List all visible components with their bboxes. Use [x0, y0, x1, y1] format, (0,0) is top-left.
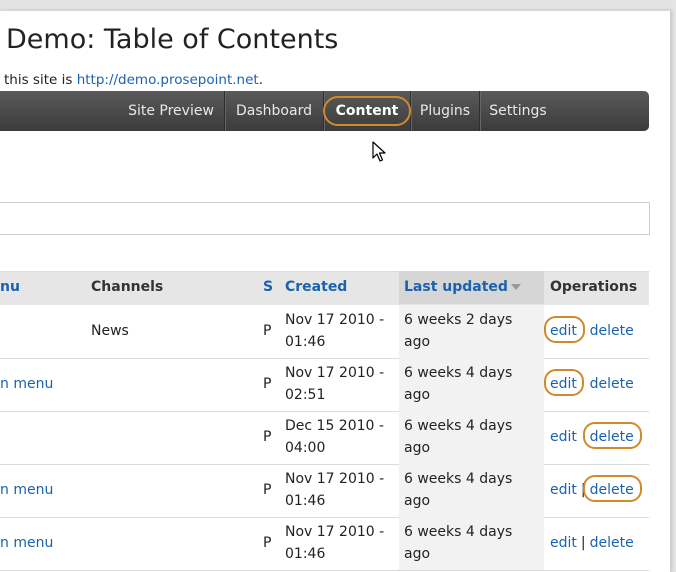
mouse-pointer-icon	[372, 141, 386, 162]
row-updated: 6 weeks 4 days ago	[404, 362, 512, 406]
site-title: Demo: Table of Contents	[6, 24, 339, 55]
row-updated: 6 weeks 4 days ago	[404, 468, 512, 512]
subtitle-text: this site is	[4, 72, 77, 88]
created-time: 01:46	[285, 334, 326, 350]
updated-line-2: ago	[404, 493, 431, 509]
row-created: Nov 17 2010 - 02:51	[285, 362, 384, 406]
row-created: Nov 17 2010 - 01:46	[285, 521, 384, 565]
updated-line-2: ago	[404, 387, 431, 403]
column-header-status[interactable]: S	[263, 271, 273, 304]
row-status: P	[263, 429, 272, 445]
delete-link[interactable]: delete	[590, 535, 634, 551]
row-updated: 6 weeks 4 days ago	[404, 521, 512, 565]
row-channels: News	[91, 323, 129, 339]
delete-link[interactable]: delete	[590, 323, 634, 339]
row-created: Nov 17 2010 - 01:46	[285, 309, 384, 353]
column-header-channels: Channels	[91, 279, 164, 295]
site-url-link[interactable]: http://demo.prosepoint.net	[77, 72, 259, 88]
row-status: P	[263, 376, 272, 392]
created-time: 02:51	[285, 387, 326, 403]
column-header-created[interactable]: Created	[285, 271, 347, 304]
nav-site-preview[interactable]: Site Preview	[120, 91, 222, 131]
column-header-operations: Operations	[550, 279, 638, 295]
created-date: Nov 17 2010 -	[285, 471, 385, 487]
updated-line-2: ago	[404, 546, 431, 562]
subtitle-period: .	[258, 72, 263, 88]
edit-link[interactable]: edit	[550, 429, 577, 445]
sort-descending-icon	[510, 284, 521, 290]
nav-dashboard[interactable]: Dashboard	[226, 91, 322, 131]
row-status: P	[263, 482, 272, 498]
highlight-circle-content	[323, 96, 411, 126]
ops-separator: |	[580, 535, 586, 551]
table-row: n menu P Nov 17 2010 - 01:46 6 weeks 4 da…	[0, 517, 649, 571]
nav-plugins[interactable]: Plugins	[412, 91, 478, 131]
row-operations: edit|delete	[550, 532, 634, 554]
updated-line-1: 6 weeks 2 days	[404, 312, 513, 328]
highlight-circle-delete	[583, 475, 642, 502]
created-time: 04:00	[285, 440, 326, 456]
created-date: Nov 17 2010 -	[285, 524, 385, 540]
updated-line-1: 6 weeks 4 days	[404, 418, 513, 434]
row-menu-link[interactable]: n menu	[0, 479, 53, 501]
row-created: Nov 17 2010 - 01:46	[285, 468, 384, 512]
created-date: Nov 17 2010 -	[285, 365, 385, 381]
last-updated-label: Last updated	[404, 279, 508, 295]
column-header-last-updated[interactable]: Last updated	[404, 271, 521, 304]
row-status: P	[263, 535, 272, 551]
created-date: Dec 15 2010 -	[285, 418, 384, 434]
table-row: n menu P Nov 17 2010 - 01:46 6 weeks 4 da…	[0, 464, 649, 518]
nav-settings[interactable]: Settings	[481, 91, 555, 131]
updated-line-1: 6 weeks 4 days	[404, 524, 513, 540]
highlight-circle-edit	[544, 316, 585, 343]
created-date: Nov 17 2010 -	[285, 312, 385, 328]
row-updated: 6 weeks 2 days ago	[404, 309, 512, 353]
updated-line-1: 6 weeks 4 days	[404, 365, 513, 381]
edit-link[interactable]: edit	[550, 482, 577, 498]
row-menu-link[interactable]: n menu	[0, 532, 53, 554]
row-created: Dec 15 2010 - 04:00	[285, 415, 384, 459]
created-time: 01:46	[285, 493, 326, 509]
updated-line-2: ago	[404, 440, 431, 456]
filter-input[interactable]	[0, 202, 650, 235]
row-menu-link[interactable]: n menu	[0, 373, 53, 395]
updated-line-1: 6 weeks 4 days	[404, 471, 513, 487]
row-status: P	[263, 323, 272, 339]
row-updated: 6 weeks 4 days ago	[404, 415, 512, 459]
updated-line-2: ago	[404, 334, 431, 350]
highlight-circle-delete	[583, 422, 642, 449]
highlight-circle-edit	[544, 369, 584, 396]
delete-link[interactable]: delete	[590, 376, 634, 392]
edit-link[interactable]: edit	[550, 535, 577, 551]
created-time: 01:46	[285, 546, 326, 562]
table-row: P Dec 15 2010 - 04:00 6 weeks 4 days ago e…	[0, 411, 649, 465]
column-header-menu[interactable]: nu	[0, 271, 20, 304]
site-subtitle: this site is http://demo.prosepoint.net.	[4, 72, 263, 88]
